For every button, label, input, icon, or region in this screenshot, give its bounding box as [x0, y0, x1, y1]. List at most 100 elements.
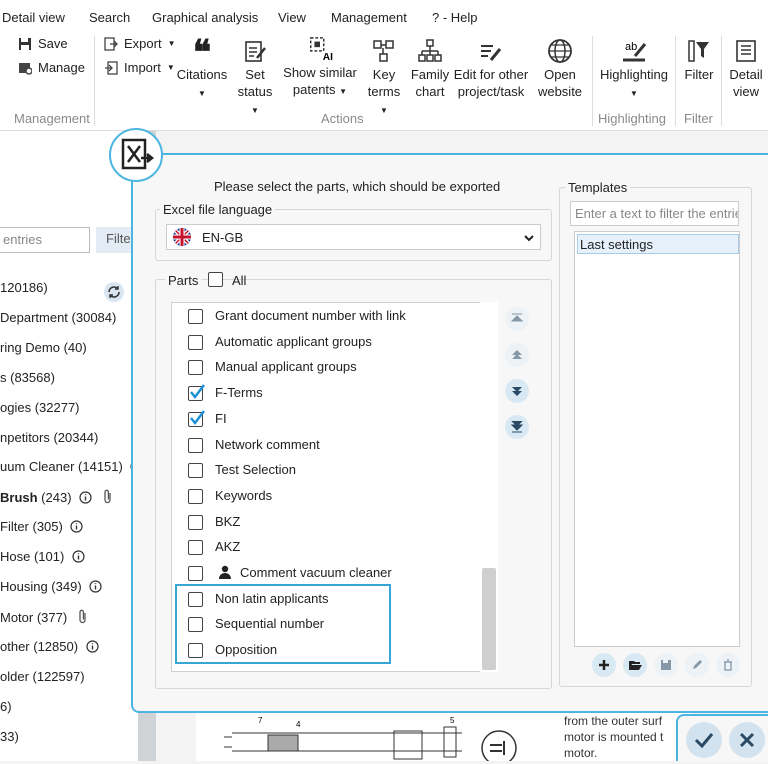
person-icon: [219, 565, 231, 579]
tree-item-label: npetitors (20344): [0, 430, 99, 445]
tree-item[interactable]: Housing (349): [0, 579, 102, 594]
highlighting-button[interactable]: ab Highlighting ▼: [597, 38, 671, 102]
edit-other-project-button[interactable]: Edit for other project/task: [452, 38, 530, 100]
key-terms-label-2: terms: [367, 84, 401, 99]
family-chart-button[interactable]: Family chart: [409, 38, 451, 100]
open-website-button[interactable]: Open website: [534, 38, 586, 100]
tree-item-label: 120186): [0, 280, 48, 295]
tree-item[interactable]: 33): [0, 729, 19, 744]
checkmark-icon: [190, 410, 205, 425]
delete-template-button[interactable]: [716, 653, 740, 677]
move-top-button[interactable]: [505, 307, 529, 331]
tree-item[interactable]: uum Cleaner (14151): [0, 459, 144, 474]
move-bottom-button[interactable]: [505, 415, 529, 439]
uk-flag-icon: [173, 228, 191, 246]
part-checkbox[interactable]: [188, 488, 203, 504]
menu-view[interactable]: View: [277, 10, 306, 25]
family-chart-label-2: chart: [415, 84, 445, 99]
set-status-button[interactable]: Set status ▼: [233, 38, 277, 119]
chevron-down-icon: ▼: [380, 106, 388, 115]
info-icon[interactable]: [89, 580, 102, 593]
tree-item[interactable]: 120186): [0, 280, 48, 295]
show-similar-patents-button[interactable]: AI Show similar patents ▼: [282, 36, 358, 100]
move-up-button[interactable]: [505, 343, 529, 367]
dialog-title: Please select the parts, which should be…: [214, 179, 501, 194]
part-label: F-Terms: [215, 385, 263, 401]
tree-item[interactable]: other (12850): [0, 639, 99, 654]
save-label: Save: [38, 36, 68, 51]
part-checkbox[interactable]: [188, 463, 203, 479]
menu-detail-view[interactable]: Detail view: [1, 10, 65, 25]
part-checkbox[interactable]: [188, 566, 203, 581]
paperclip-icon[interactable]: [77, 609, 89, 625]
menu-search[interactable]: Search: [88, 10, 130, 25]
part-checkbox[interactable]: [188, 540, 203, 556]
language-select[interactable]: EN-GB: [166, 224, 541, 250]
part-checkbox[interactable]: [188, 437, 203, 453]
ok-button[interactable]: [686, 722, 722, 758]
rename-template-button[interactable]: [685, 653, 709, 677]
all-checkbox[interactable]: [208, 272, 223, 287]
tree-item[interactable]: npetitors (20344): [0, 430, 98, 445]
ab-badge: ab: [625, 41, 637, 53]
key-terms-button[interactable]: Key terms ▼: [362, 38, 406, 119]
part-label: Grant document number with link: [215, 308, 406, 323]
part-checkbox[interactable]: [188, 410, 205, 427]
separator: [675, 36, 676, 126]
tree-item[interactable]: Hose (101): [0, 549, 85, 564]
part-checkbox[interactable]: [188, 514, 203, 530]
detail-view-button[interactable]: Detail view: [726, 38, 766, 100]
manage-button[interactable]: Manage: [18, 60, 85, 75]
ai-badge: AI: [323, 52, 333, 62]
tree-item[interactable]: ring Demo (40): [0, 340, 87, 355]
add-template-button[interactable]: [592, 653, 616, 677]
info-icon[interactable]: [86, 640, 99, 653]
templates-list: Last settings: [574, 231, 740, 647]
save-template-button[interactable]: [654, 653, 678, 677]
drawing-figure: 7 4 5: [224, 716, 517, 764]
save-button[interactable]: Save: [18, 36, 68, 51]
move-top-icon: [511, 313, 523, 322]
template-item[interactable]: Last settings: [577, 234, 739, 254]
part-checkbox[interactable]: [188, 360, 203, 376]
parts-scrollbar-thumb[interactable]: [482, 568, 496, 670]
info-icon[interactable]: [72, 550, 85, 563]
manage-label: Manage: [38, 60, 85, 75]
part-checkbox[interactable]: [188, 334, 203, 350]
citations-button[interactable]: ❝ Citations ▼: [176, 36, 228, 102]
key-terms-icon: [373, 40, 394, 62]
tree-item[interactable]: Filter (305): [0, 519, 84, 534]
cancel-button[interactable]: [729, 722, 765, 758]
filter-button[interactable]: Filter: [680, 38, 718, 83]
set-status-label-1: Set: [245, 67, 265, 82]
tree-item[interactable]: Department (30084): [0, 310, 116, 325]
tree-item[interactable]: Brush (243): [0, 489, 114, 505]
status-edit-icon: [245, 41, 266, 62]
open-template-button[interactable]: [623, 653, 647, 677]
part-checkbox[interactable]: [188, 309, 203, 324]
tree-item[interactable]: older (122597): [0, 669, 85, 684]
info-icon[interactable]: [70, 520, 84, 533]
menu-management[interactable]: Management: [330, 10, 407, 25]
part-checkbox[interactable]: [188, 384, 205, 402]
menu-graphical-analysis[interactable]: Graphical analysis: [151, 10, 258, 25]
info-icon[interactable]: [79, 491, 92, 504]
checkmark-icon: [694, 733, 714, 748]
menu-help[interactable]: ? - Help: [431, 10, 478, 25]
move-down-button[interactable]: [505, 379, 529, 403]
tree-search-input[interactable]: entries: [0, 227, 90, 253]
tree-item[interactable]: s (83568): [0, 370, 55, 385]
import-button[interactable]: Import ▼: [104, 60, 175, 75]
refresh-icon[interactable]: [103, 281, 125, 303]
move-up-icon: [512, 350, 522, 359]
tree-item[interactable]: ogies (32277): [0, 400, 80, 415]
tree-item[interactable]: Motor (377): [0, 609, 89, 625]
template-filter-input[interactable]: Enter a text to filter the entries: [570, 201, 739, 226]
tree-item[interactable]: 6): [0, 699, 12, 714]
patent-drawing: 7 4 5: [196, 713, 542, 764]
edit-list-icon: [481, 45, 502, 61]
citations-label: Citations: [176, 67, 228, 82]
export-button[interactable]: Export ▼: [104, 36, 176, 51]
save-icon: [661, 660, 671, 670]
paperclip-icon[interactable]: [102, 489, 114, 505]
